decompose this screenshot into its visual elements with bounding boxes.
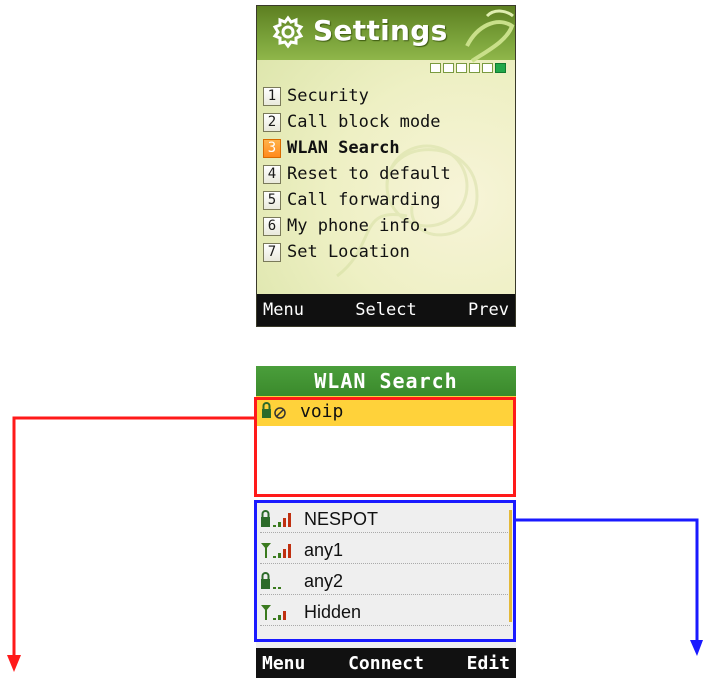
page-indicator <box>430 63 506 73</box>
page-dot-active <box>495 63 506 73</box>
red-arrowhead-icon <box>7 655 21 672</box>
softkey-bar: Menu Connect Edit <box>256 648 516 678</box>
softkey-select[interactable]: Select <box>355 300 416 320</box>
menu-item-label: WLAN Search <box>287 138 400 158</box>
menu-item-security[interactable]: 1 Security <box>263 83 513 109</box>
item-number: 7 <box>263 242 281 262</box>
menu-item-call-block-mode[interactable]: 2 Call block mode <box>263 109 513 135</box>
settings-menu-list: 1 Security 2 Call block mode 3 WLAN Sear… <box>263 83 513 265</box>
menu-item-wlan-search[interactable]: 3 WLAN Search <box>263 135 513 161</box>
softkey-prev[interactable]: Prev <box>468 300 509 320</box>
item-number: 2 <box>263 112 281 132</box>
swirl-decoration-icon <box>465 9 515 63</box>
softkey-menu[interactable]: Menu <box>263 300 304 320</box>
menu-item-label: Call block mode <box>287 112 441 132</box>
menu-item-label: Reset to default <box>287 164 451 184</box>
menu-item-label: Set Location <box>287 242 410 262</box>
available-network-highlight <box>254 500 516 642</box>
page-dot <box>456 63 467 73</box>
softkey-menu[interactable]: Menu <box>262 653 305 674</box>
page-dot <box>443 63 454 73</box>
page-dot <box>482 63 493 73</box>
softkey-connect[interactable]: Connect <box>348 653 424 674</box>
saved-network-highlight <box>254 397 516 497</box>
menu-item-label: Security <box>287 86 369 106</box>
item-number: 5 <box>263 190 281 210</box>
softkey-edit[interactable]: Edit <box>467 653 510 674</box>
menu-item-reset-to-default[interactable]: 4 Reset to default <box>263 161 513 187</box>
item-number: 1 <box>263 86 281 106</box>
blue-callout-arrow <box>516 518 699 643</box>
page-title: Settings <box>313 14 448 47</box>
wlan-header: WLAN Search <box>256 366 516 396</box>
gear-icon <box>272 15 304 49</box>
page-dot <box>469 63 480 73</box>
item-number: 4 <box>263 164 281 184</box>
menu-item-set-location[interactable]: 7 Set Location <box>263 239 513 265</box>
page-dot <box>430 63 441 73</box>
menu-item-label: My phone info. <box>287 216 431 236</box>
menu-item-my-phone-info[interactable]: 6 My phone info. <box>263 213 513 239</box>
blue-arrowhead-icon <box>690 640 703 656</box>
settings-header: Settings <box>257 6 515 63</box>
settings-screen: Settings 1 Security 2 Call block mode 3 <box>256 5 516 327</box>
menu-item-call-forwarding[interactable]: 5 Call forwarding <box>263 187 513 213</box>
item-number: 6 <box>263 216 281 236</box>
item-number: 3 <box>263 138 281 158</box>
menu-item-label: Call forwarding <box>287 190 441 210</box>
softkey-bar: Menu Select Prev <box>257 294 515 326</box>
red-callout-arrow <box>12 416 254 658</box>
